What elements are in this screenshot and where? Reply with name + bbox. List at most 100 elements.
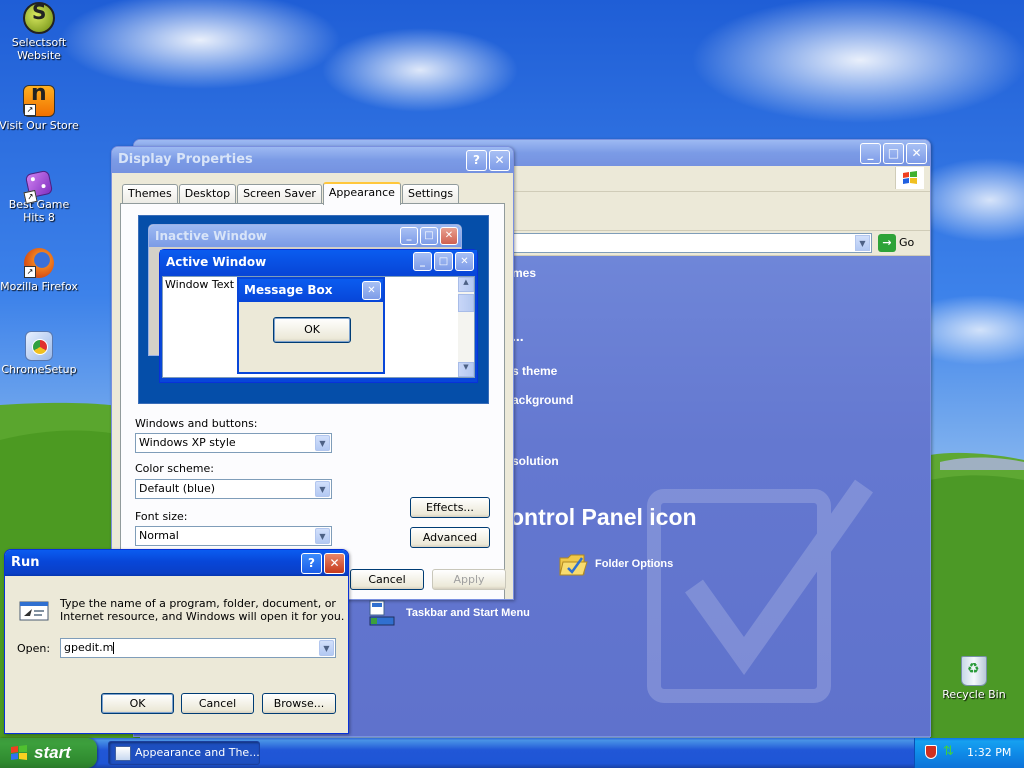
help-icon[interactable]: ?: [301, 553, 322, 574]
close-icon[interactable]: ✕: [906, 143, 927, 164]
taskbar-item-label: Appearance and The...: [135, 746, 260, 759]
close-icon[interactable]: ✕: [489, 150, 510, 171]
preview-msgbox-title: Message Box: [244, 283, 333, 297]
run-description-line1: Type the name of a program, folder, docu…: [60, 597, 336, 610]
cp-icon-label: Taskbar and Start Menu: [406, 607, 530, 619]
browse-button[interactable]: Browse...: [262, 693, 336, 714]
run-program-icon: [19, 601, 49, 621]
desktop-icon-label: Best Game Hits 8: [8, 198, 70, 224]
minimize-icon: _: [400, 227, 418, 245]
open-label: Open:: [17, 642, 51, 655]
cancel-button[interactable]: Cancel: [350, 569, 424, 590]
window-title: Display Properties: [118, 152, 253, 167]
run-description-line2: Internet resource, and Windows will open…: [60, 610, 345, 623]
go-button[interactable]: → Go: [878, 234, 914, 252]
firefox-icon: ↗: [24, 248, 54, 278]
appearance-preview: Inactive Window _ □ ✕ Active Window _ □ …: [138, 215, 489, 404]
desktop-icon-label: Recycle Bin: [942, 688, 1006, 701]
chevron-down-icon[interactable]: ▼: [855, 235, 870, 251]
minimize-icon[interactable]: _: [860, 143, 881, 164]
windows-flag-icon: [11, 745, 27, 760]
system-tray: ⇅ 1:32 PM: [914, 738, 1024, 768]
task-link-resolution[interactable]: solution: [512, 454, 559, 468]
preview-active-title: Active Window: [166, 255, 267, 269]
close-icon: ✕: [362, 281, 381, 300]
desktop-icon-firefox[interactable]: ↗ Mozilla Firefox: [0, 248, 81, 293]
security-shield-icon[interactable]: [925, 745, 937, 759]
dice-icon: ↗: [23, 169, 54, 205]
desktop-icon-selectsoft[interactable]: S Selectsoft Website: [0, 2, 81, 62]
close-icon: ✕: [455, 252, 474, 271]
taskbar-start-menu-icon: [369, 600, 395, 626]
desktop-icon-label: ChromeSetup: [1, 363, 77, 376]
font-size-select[interactable]: Normal ▼: [135, 526, 332, 546]
desktop-icon-label: Visit Our Store: [0, 119, 79, 132]
tab-themes[interactable]: Themes: [122, 184, 178, 203]
chevron-down-icon[interactable]: ▼: [315, 435, 330, 451]
store-shortcut-icon: n ↗: [23, 83, 55, 117]
display-properties-titlebar[interactable]: Display Properties ? ✕: [112, 147, 513, 173]
color-scheme-label: Color scheme:: [135, 462, 214, 475]
preview-message-box: Message Box ✕ OK: [237, 277, 385, 374]
address-input[interactable]: ▼: [512, 233, 872, 253]
run-titlebar[interactable]: Run ? ✕: [5, 550, 348, 576]
desktop-icon-recycle-bin[interactable]: ♻ Recycle Bin: [932, 656, 1016, 701]
selectsoft-logo-icon: S: [23, 2, 55, 34]
help-icon[interactable]: ?: [466, 150, 487, 171]
task-link-background[interactable]: ackground: [512, 393, 573, 407]
tab-screen-saver[interactable]: Screen Saver: [237, 184, 322, 203]
desktop-icon-chromesetup[interactable]: ChromeSetup: [0, 331, 81, 376]
maximize-icon: □: [420, 227, 438, 245]
tab-settings[interactable]: Settings: [401, 184, 460, 203]
chevron-down-icon[interactable]: ▼: [319, 640, 334, 656]
open-value: gpedit.m: [64, 641, 114, 654]
tab-strip: Themes Desktop Screen Saver Appearance S…: [122, 182, 460, 205]
font-size-value: Normal: [139, 529, 179, 542]
run-dialog[interactable]: Run ? ✕ Type the name of a program, fold…: [4, 549, 349, 734]
desktop-icon-label: Mozilla Firefox: [0, 280, 78, 293]
taskbar: start Appearance and The... ⇅ 1:32 PM: [0, 738, 1024, 768]
cp-icon-folder-options[interactable]: Folder Options: [558, 550, 758, 580]
windows-buttons-value: Windows XP style: [139, 436, 236, 449]
color-scheme-select[interactable]: Default (blue) ▼: [135, 479, 332, 499]
cp-icon-taskbar-start-menu[interactable]: Taskbar and Start Menu: [368, 599, 608, 629]
control-panel-icon: [115, 746, 131, 761]
desktop-icon-visit-store[interactable]: n ↗ Visit Our Store: [0, 83, 81, 133]
tab-appearance[interactable]: Appearance: [322, 182, 401, 205]
cp-icon-label: Folder Options: [595, 558, 674, 570]
chevron-down-icon[interactable]: ▼: [315, 481, 330, 497]
chevron-down-icon[interactable]: ▼: [315, 528, 330, 544]
effects-button[interactable]: Effects...: [410, 497, 490, 518]
windows-logo-icon: [895, 167, 924, 189]
tab-desktop[interactable]: Desktop: [178, 184, 237, 203]
color-scheme-value: Default (blue): [139, 482, 216, 495]
maximize-icon: □: [434, 252, 453, 271]
preview-window-text: Window Text: [165, 278, 235, 291]
network-icon[interactable]: ⇅: [943, 744, 954, 759]
ok-button[interactable]: OK: [101, 693, 174, 714]
window-title: Run: [11, 555, 40, 570]
task-link-change-theme[interactable]: s theme: [512, 364, 557, 378]
shortcut-arrow-icon: ↗: [23, 189, 38, 205]
close-icon: ✕: [440, 227, 458, 245]
start-button[interactable]: start: [0, 738, 97, 768]
font-size-label: Font size:: [135, 510, 188, 523]
preview-scrollbar: ▲ ▼: [458, 277, 474, 377]
apply-button[interactable]: Apply: [432, 569, 506, 590]
open-input[interactable]: gpedit.m ▼: [60, 638, 336, 658]
chrome-setup-icon: [25, 331, 53, 361]
maximize-icon[interactable]: □: [883, 143, 904, 164]
minimize-icon: _: [413, 252, 432, 271]
desktop-icon-best-game-hits[interactable]: ↗ Best Game Hits 8: [0, 168, 81, 224]
clock[interactable]: 1:32 PM: [967, 746, 1011, 759]
advanced-button[interactable]: Advanced: [410, 527, 490, 548]
recycle-bin-icon: ♻: [961, 656, 987, 686]
cancel-button[interactable]: Cancel: [181, 693, 254, 714]
shortcut-arrow-icon: ↗: [24, 104, 36, 116]
windows-buttons-select[interactable]: Windows XP style ▼: [135, 433, 332, 453]
task-link-themes[interactable]: mes: [512, 266, 536, 280]
display-properties-window[interactable]: Display Properties ? ✕ Themes Desktop Sc…: [111, 146, 514, 600]
close-icon[interactable]: ✕: [324, 553, 345, 574]
preview-inactive-title: Inactive Window: [155, 229, 268, 243]
taskbar-item-appearance[interactable]: Appearance and The...: [108, 741, 260, 765]
